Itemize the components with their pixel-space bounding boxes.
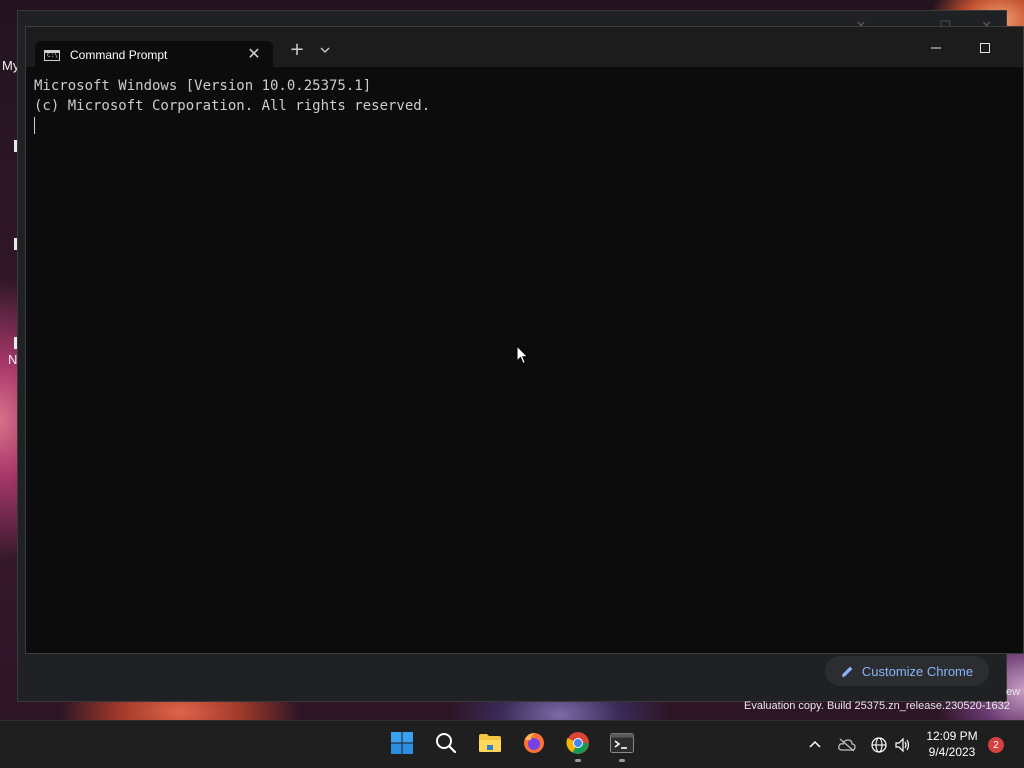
start-button[interactable] xyxy=(384,727,420,763)
cmd-icon: C:\ xyxy=(44,50,60,61)
console-line: Microsoft Windows [Version 10.0.25375.1] xyxy=(34,78,372,94)
chrome-button[interactable] xyxy=(560,727,596,763)
desktop-icon-label[interactable]: N xyxy=(8,352,17,367)
notification-badge[interactable]: 2 xyxy=(988,737,1004,753)
chevron-up-icon[interactable] xyxy=(806,736,824,754)
terminal-button[interactable] xyxy=(604,727,640,763)
terminal-titlebar[interactable]: C:\ Command Prompt ✕ + xyxy=(26,27,1023,68)
search-icon xyxy=(435,732,457,758)
tab-title: Command Prompt xyxy=(70,48,168,62)
volume-icon[interactable] xyxy=(893,736,911,754)
clock-time: 12:09 PM xyxy=(926,729,978,743)
search-button[interactable] xyxy=(428,727,464,763)
maximize-button[interactable] xyxy=(973,39,997,57)
folder-icon xyxy=(478,733,502,757)
close-tab-icon[interactable]: ✕ xyxy=(245,45,263,63)
customize-chrome-button[interactable]: Customize Chrome xyxy=(825,656,989,686)
terminal-window[interactable]: C:\ Command Prompt ✕ + Microsoft Windows… xyxy=(25,26,1024,654)
text-cursor xyxy=(34,116,35,134)
windows-logo-icon xyxy=(391,732,413,758)
pencil-icon xyxy=(841,665,854,678)
terminal-icon xyxy=(610,733,634,757)
customize-chrome-label: Customize Chrome xyxy=(861,663,974,679)
console-prompt-line xyxy=(34,116,1015,136)
evaluation-watermark: Evaluation copy. Build 25375.zn_release.… xyxy=(744,700,1010,712)
minimize-button[interactable] xyxy=(924,39,948,57)
taskbar: 12:09 PM 9/4/2023 2 xyxy=(0,720,1024,768)
system-clock[interactable]: 12:09 PM 9/4/2023 xyxy=(920,728,984,760)
network-icon[interactable] xyxy=(870,736,888,754)
chrome-icon xyxy=(566,731,590,759)
file-explorer-button[interactable] xyxy=(472,727,508,763)
firefox-button[interactable] xyxy=(516,727,552,763)
new-tab-button[interactable]: + xyxy=(288,41,306,59)
watermark-fragment: ew xyxy=(1006,686,1021,698)
chevron-down-icon[interactable] xyxy=(316,41,334,59)
running-indicator xyxy=(619,759,625,762)
clock-date: 9/4/2023 xyxy=(928,745,976,759)
console-line: (c) Microsoft Corporation. All rights re… xyxy=(34,97,431,114)
mouse-pointer-icon xyxy=(516,344,529,365)
tab-command-prompt[interactable]: C:\ Command Prompt ✕ xyxy=(35,41,273,68)
onedrive-offline-icon[interactable] xyxy=(838,736,856,754)
firefox-icon xyxy=(522,731,546,759)
running-indicator xyxy=(575,759,581,762)
